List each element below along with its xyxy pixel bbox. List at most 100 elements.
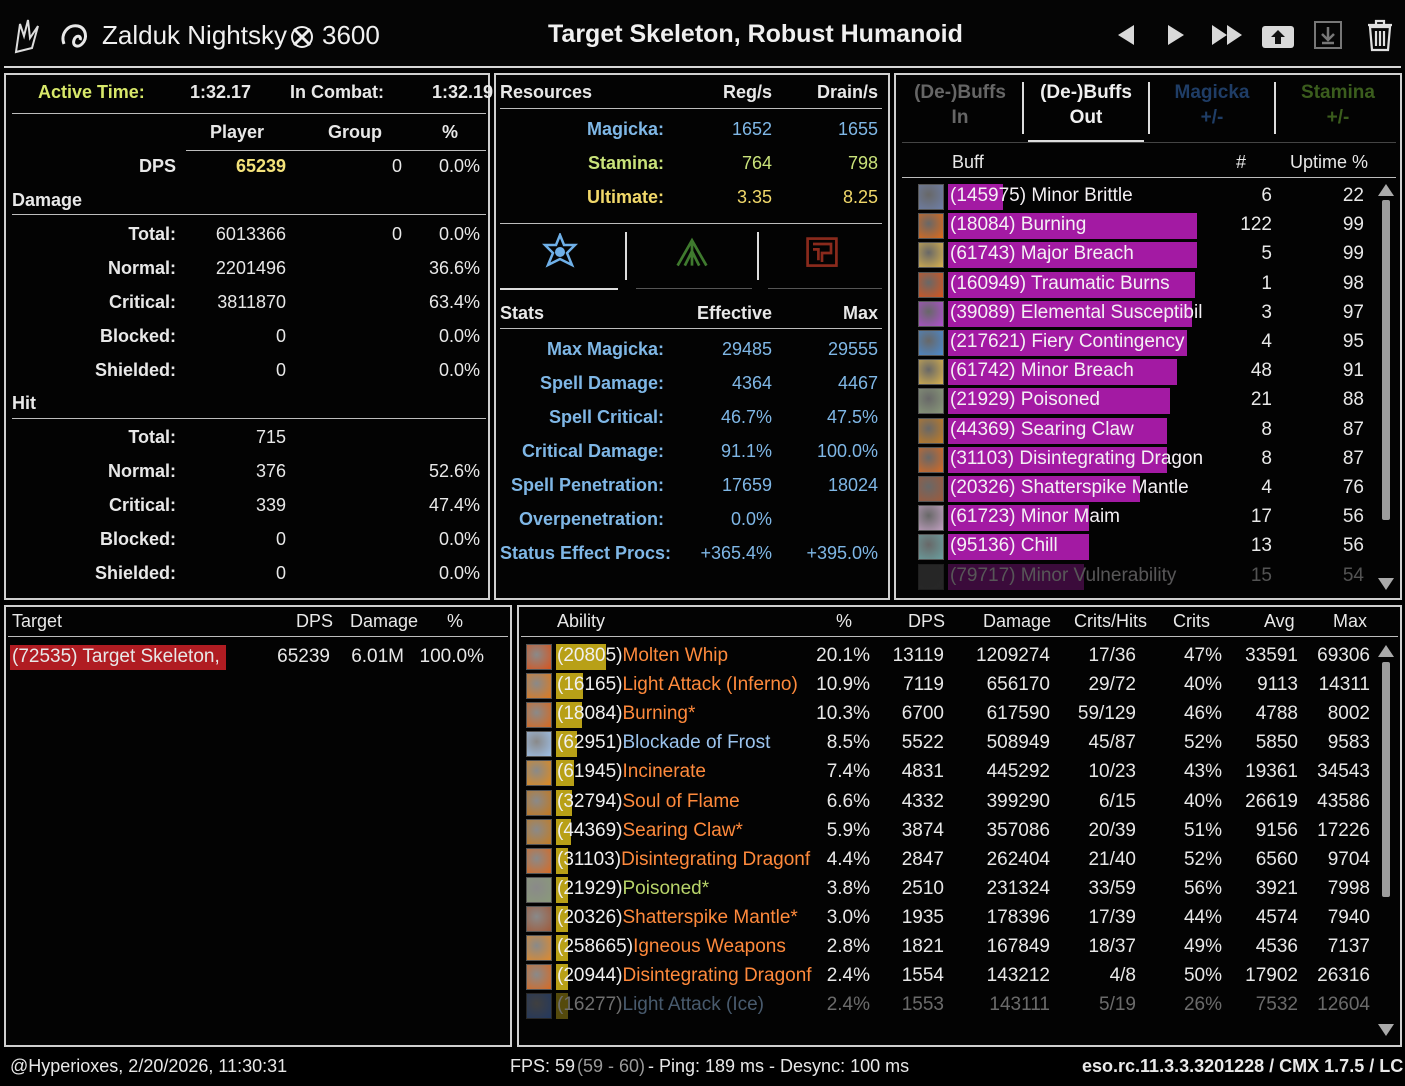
ability-scroll-down[interactable] (1378, 1024, 1394, 1036)
ability-pct: 4.4% (826, 848, 870, 870)
ability-scroll-up[interactable] (1378, 645, 1394, 657)
buff-row: (39089) Elemental Susceptibil 3 97 (916, 299, 1378, 328)
ability-row[interactable]: (44369)Searing Claw* 5.9% 3874 357086 20/39 5… (524, 817, 1386, 846)
col-ability-damage: Damage (983, 611, 1052, 631)
upload-button[interactable] (1260, 18, 1296, 52)
buff-tab[interactable]: (De-)Buffs In (902, 80, 1018, 142)
buff-scroll-up[interactable] (1378, 184, 1394, 196)
buff-uptime: 56 (1342, 506, 1364, 528)
buff-scrollbar[interactable] (1382, 200, 1390, 520)
ability-row[interactable]: (20944)Disintegrating Dragonf 2.4% 1554 143… (524, 962, 1386, 991)
buff-scroll-down[interactable] (1378, 578, 1394, 590)
save-button[interactable] (1312, 18, 1344, 52)
stat-row-label: Spell Penetration: (510, 475, 664, 495)
ability-row[interactable]: (16165)Light Attack (Inferno) 10.9% 7119 65… (524, 671, 1386, 700)
buff-row: (61743) Major Breach 5 99 (916, 240, 1378, 269)
hit-row-label: Shielded: (94, 563, 176, 583)
buff-icon (918, 359, 944, 386)
next-fight-button[interactable] (1160, 18, 1192, 52)
resource-row-drain: 1655 (837, 119, 878, 139)
ability-ch: 21/40 (1088, 848, 1136, 870)
buff-uptime: 91 (1342, 360, 1364, 382)
resource-row-drain: 798 (847, 153, 878, 173)
col-pct: % (442, 122, 459, 142)
target-row[interactable]: (72535) Target Skeleton, 65239 6.01M 100.0% (8, 644, 508, 672)
buff-count: 1 (1261, 272, 1272, 294)
ability-dps: 2510 (901, 877, 944, 899)
buff-tab[interactable]: (De-)Buffs Out (1028, 80, 1144, 142)
buff-row: (145975) Minor Brittle 6 22 (916, 182, 1378, 211)
ability-id: (21929) (557, 877, 623, 899)
ability-label: (44369)Searing Claw* (557, 820, 743, 842)
buff-name: (61723) Minor Maim (950, 506, 1120, 528)
ability-row[interactable]: (18084)Burning* 10.3% 6700 617590 59/129 46% 4… (524, 700, 1386, 729)
buff-icon (918, 505, 944, 532)
col-group: Group (328, 122, 382, 142)
ability-ch: 5/19 (1099, 994, 1136, 1016)
ability-name: Light Attack (Ice) (622, 994, 765, 1016)
buff-name: (20326) Shatterspike Mantle (950, 477, 1189, 498)
ability-ch: 10/23 (1088, 761, 1136, 783)
ability-crits: 44% (1183, 906, 1222, 928)
ability-name: Disintegrating Dragonf (621, 848, 811, 870)
ability-row[interactable]: (31103)Disintegrating Dragonf 4.4% 2847 262… (524, 846, 1386, 875)
buff-tab-separator (1022, 82, 1024, 134)
buff-tab[interactable]: Stamina +/- (1280, 80, 1396, 142)
buff-icon (918, 300, 944, 327)
prev-fight-button[interactable] (1110, 18, 1142, 52)
buff-tab-separator (1148, 82, 1150, 134)
ability-icon (526, 702, 552, 729)
ability-crits: 46% (1183, 703, 1222, 725)
health-tab[interactable] (804, 232, 840, 274)
ability-ch: 18/37 (1088, 936, 1136, 957)
buff-icon (918, 330, 944, 356)
buff-uptime: 97 (1342, 301, 1364, 323)
buff-name: (145975) Minor Brittle (950, 185, 1133, 206)
col-player: Player (210, 122, 265, 142)
buff-tab-line1: Stamina (1301, 82, 1375, 103)
buff-icon (918, 388, 944, 415)
upload-icon (1262, 26, 1294, 48)
ability-row[interactable]: (20805)Molten Whip 20.1% 13119 1209274 17/36… (524, 642, 1386, 671)
magicka-tab-icon (542, 233, 578, 268)
ability-pct: 3.0% (826, 906, 870, 928)
damage-row-player: 0 (275, 326, 286, 346)
ability-row[interactable]: (61945)Incinerate 7.4% 4831 445292 10/23 43% 1… (524, 758, 1386, 787)
active-resource-tab-underline (500, 288, 618, 290)
ability-row[interactable]: (32794)Soul of Flame 6.6% 4332 399290 6/15 40… (524, 788, 1386, 817)
ability-ch: 17/39 (1088, 906, 1136, 928)
fight-title: Target Skeleton, Robust Humanoid (548, 20, 963, 48)
col-buff: Buff (952, 152, 984, 172)
ability-row[interactable]: (258665)Igneous Weapons 2.8% 1821 167849 18/… (524, 933, 1386, 962)
ability-ch: 20/39 (1088, 819, 1136, 841)
ability-max: 7940 (1327, 906, 1370, 928)
ability-name: Incinerate (622, 761, 706, 783)
ability-pct: 3.8% (826, 877, 870, 899)
damage-row-label: Blocked: (99, 326, 176, 346)
stamina-tab[interactable] (674, 232, 710, 274)
ability-row[interactable]: (21929)Poisoned* 3.8% 2510 231324 33/59 56% 39… (524, 875, 1386, 904)
ability-row[interactable]: (62951)Blockade of Frost 8.5% 5522 508949 45… (524, 729, 1386, 758)
ability-dps: 1554 (901, 965, 944, 987)
target-damage: 6.01M (351, 646, 404, 667)
ability-row[interactable]: (20326)Shatterspike Mantle* 3.0% 1935 17839… (524, 904, 1386, 933)
ability-avg: 4788 (1255, 703, 1298, 725)
buff-name: (79717) Minor Vulnerability (950, 564, 1177, 586)
delete-button[interactable] (1364, 18, 1396, 52)
buff-row: (20326) Shatterspike Mantle 4 76 (916, 474, 1378, 503)
ability-row[interactable]: (16277)Light Attack (Ice) 2.4% 1553 143111 5… (524, 991, 1386, 1020)
ability-label: (258665)Igneous Weapons (557, 936, 786, 958)
ability-scrollbar[interactable] (1382, 662, 1390, 897)
buff-name: (95136) Chill (950, 535, 1058, 557)
buff-tab[interactable]: Magicka +/- (1154, 80, 1270, 142)
ability-damage: 357086 (986, 819, 1050, 841)
buff-uptime: 56 (1342, 535, 1364, 557)
hit-row-pct: 47.4% (428, 495, 480, 515)
buff-uptime: 88 (1342, 389, 1364, 411)
buff-uptime: 95 (1342, 331, 1364, 352)
ability-dps: 5522 (901, 732, 944, 754)
latest-fight-button[interactable] (1208, 18, 1248, 52)
dps-label: DPS (138, 156, 176, 176)
stat-row-label: Spell Damage: (539, 373, 664, 393)
magicka-tab[interactable] (542, 232, 578, 274)
